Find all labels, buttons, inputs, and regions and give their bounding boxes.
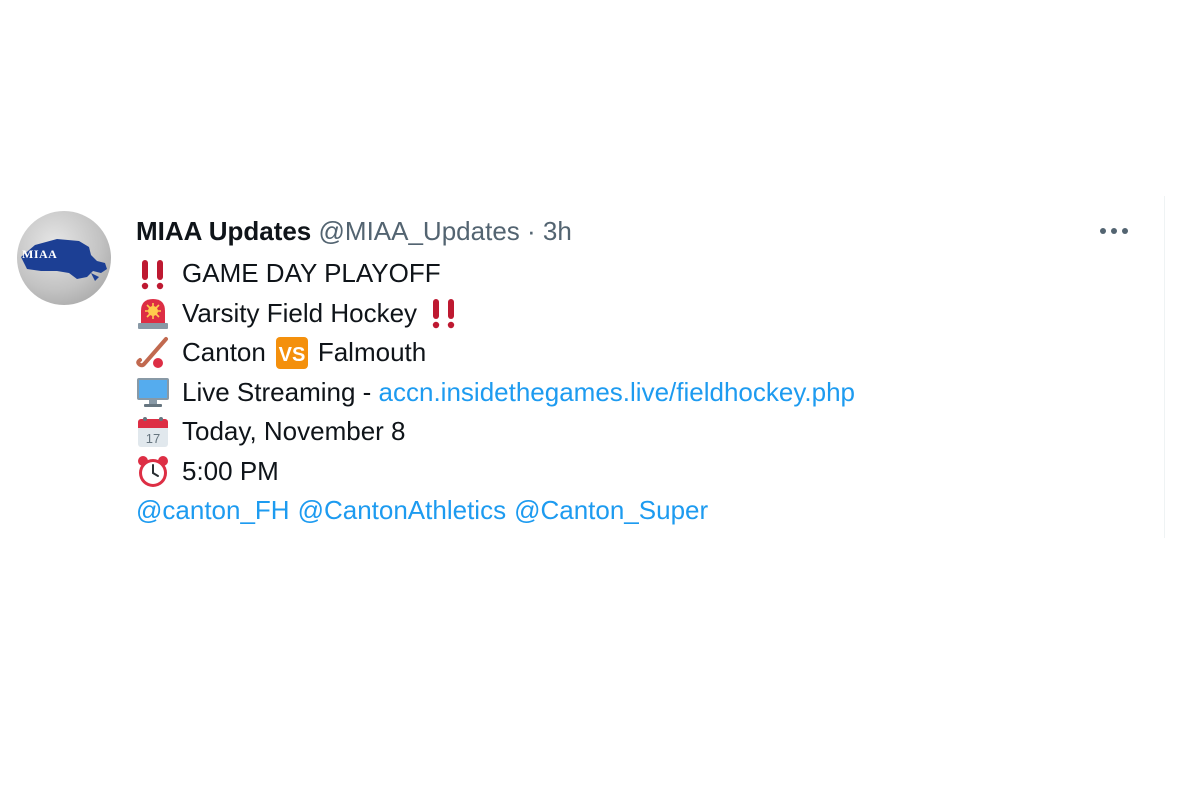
tweet-line-stream: Live Streaming - accn.insidethegames.liv… [136,373,855,413]
double-exclamation-icon [427,296,461,330]
field-hockey-icon [136,336,170,370]
avatar-label: MIAA [22,247,58,261]
author-handle[interactable]: @MIAA_Updates [319,216,520,246]
sport-text: Varsity Field Hockey [182,297,418,328]
calendar-icon: 17 [136,415,170,449]
time-text: 5:00 PM [182,455,279,486]
mention-canton-super[interactable]: @Canton_Super [514,491,708,531]
game-day-text: GAME DAY PLAYOFF [182,258,441,288]
alarm-clock-icon [136,454,170,488]
double-exclamation-icon [136,257,170,291]
tweet-line-mentions: @canton_FH @CantonAthletics @Canton_Supe… [136,491,855,531]
team-canton: Canton [182,337,266,367]
desktop-computer-icon [136,375,170,409]
author-name[interactable]: MIAA Updates [136,216,311,246]
svg-text:VS: VS [279,344,306,366]
tweet-header: MIAA Updates @MIAA_Updates · 3h [136,214,572,248]
more-options-button[interactable] [1096,216,1132,246]
svg-text:17: 17 [146,431,160,446]
mention-canton-athletics[interactable]: @CantonAthletics [298,491,507,531]
team-falmouth: Falmouth [317,337,427,367]
tweet-card[interactable]: MIAA MIAA Updates @MIAA_Updates · 3h GAM… [0,196,1165,538]
author-avatar[interactable]: MIAA [17,211,111,305]
date-text: Today, November 8 [182,416,406,446]
stream-label: Live Streaming - [182,376,379,407]
tweet-line-date: 17 Today, November 8 [136,412,855,452]
tweet-line-time: 5:00 PM [136,452,855,492]
tweet-text: GAME DAY PLAYOFF Varsity Field Hockey Ca… [136,254,855,531]
separator-dot: · [527,216,536,246]
tweet-line-sport: Varsity Field Hockey [136,294,855,334]
vs-icon: VS [275,336,309,370]
police-light-icon [136,296,170,330]
tweet-line-matchup: Canton VS Falmouth [136,333,855,373]
stream-link[interactable]: accn.insidethegames.live/fieldhockey.php [379,373,855,413]
tweet-timestamp[interactable]: 3h [543,216,572,246]
mention-canton-fh[interactable]: @canton_FH [136,491,290,531]
tweet-line-game-day: GAME DAY PLAYOFF [136,254,855,294]
more-horizontal-icon [1100,228,1128,234]
